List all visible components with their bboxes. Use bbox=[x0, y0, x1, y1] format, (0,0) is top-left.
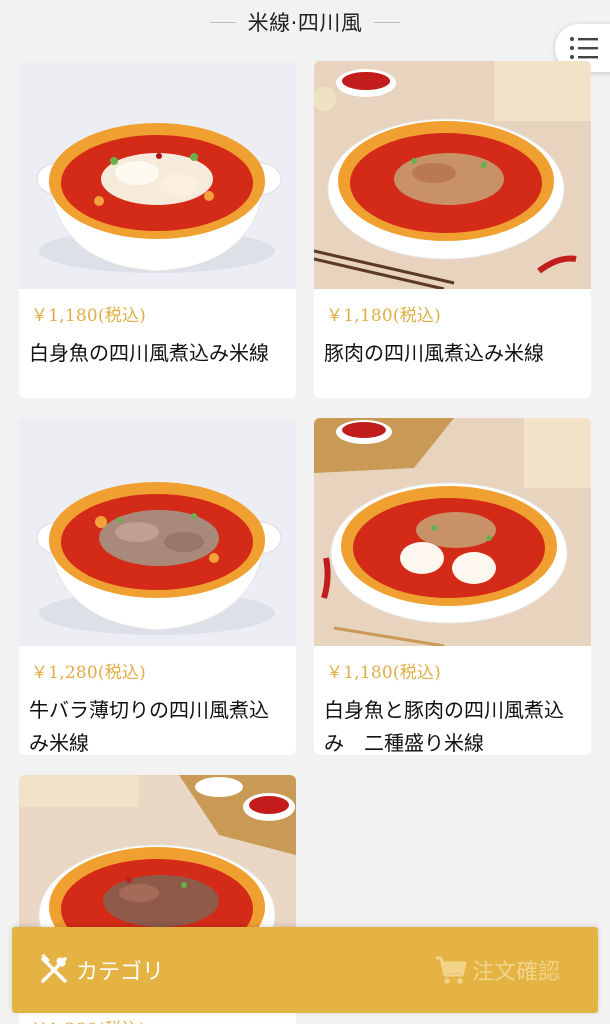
order-confirm-label: 注文確認 bbox=[471, 960, 560, 985]
header-rule-right bbox=[374, 21, 401, 23]
product-photo bbox=[19, 61, 296, 289]
fork-knife-icon bbox=[41, 954, 67, 983]
menu-page: 米線·四川風 ￥1,180(税込) 白身魚の四川風煮込み米線 ￥1,180(税込… bbox=[0, 0, 610, 1024]
category-button[interactable]: カテゴリ bbox=[38, 949, 164, 991]
product-price: ￥1,180(税込) bbox=[326, 663, 441, 683]
product-name: 白身魚の四川風煮込み米線 bbox=[29, 341, 269, 365]
product-price: ￥1,280(税込) bbox=[31, 663, 146, 683]
product-card[interactable]: ￥1,280(税込) 牛バラ薄切りの四川風煮込み米線 bbox=[19, 418, 296, 755]
product-card[interactable]: ￥1,180(税込) 白身魚の四川風煮込み米線 bbox=[19, 61, 296, 398]
bottom-action-bar: カテゴリ 注文確認 bbox=[12, 927, 598, 1013]
category-label: カテゴリ bbox=[76, 960, 165, 985]
order-confirm-button[interactable]: 注文確認 bbox=[434, 949, 560, 991]
product-name: 白身魚と豚肉の四川風煮込み 二種盛り米線 bbox=[324, 698, 564, 755]
product-name: 豚肉の四川風煮込み米線 bbox=[324, 341, 544, 365]
cart-icon bbox=[435, 956, 467, 984]
product-photo bbox=[314, 418, 591, 646]
product-price: ￥1,180(税込) bbox=[31, 306, 146, 326]
product-card[interactable]: ￥1,180(税込) 白身魚と豚肉の四川風煮込み 二種盛り米線 bbox=[314, 418, 591, 755]
list-icon bbox=[570, 37, 598, 59]
product-name: 牛バラ薄切りの四川風煮込み米線 bbox=[29, 698, 269, 755]
header-rule-left bbox=[209, 21, 236, 23]
product-photo bbox=[19, 418, 296, 646]
product-price: ￥1,180(税込) bbox=[326, 306, 441, 326]
section-title: 米線·四川風 bbox=[247, 11, 363, 35]
section-header: 米線·四川風 bbox=[0, 6, 610, 38]
product-card[interactable]: ￥1,180(税込) 豚肉の四川風煮込み米線 bbox=[314, 61, 591, 398]
product-price: ￥1,280(税込) bbox=[31, 1015, 146, 1024]
product-photo bbox=[314, 61, 591, 289]
